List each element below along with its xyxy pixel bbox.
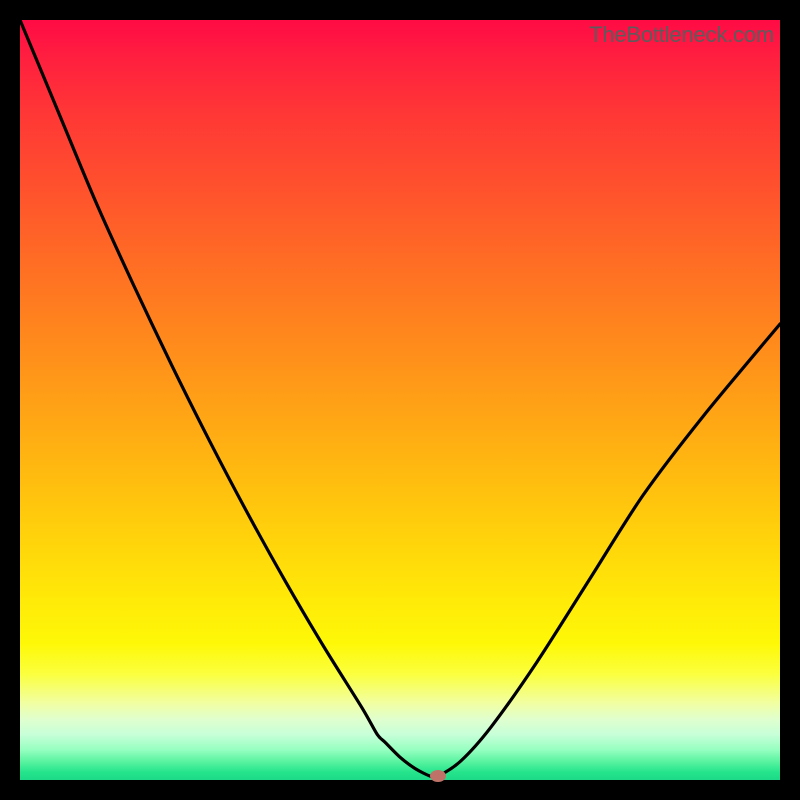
plot-area: TheBottleneck.com — [20, 20, 780, 780]
chart-frame: TheBottleneck.com — [0, 0, 800, 800]
bottleneck-curve — [20, 20, 780, 780]
optimal-point-marker — [430, 770, 446, 782]
